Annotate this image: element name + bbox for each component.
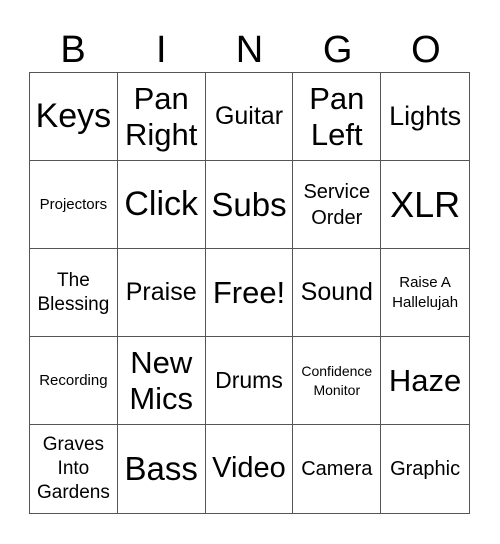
bingo-grid: Keys Pan Right Guitar Pan Left Lights Pr… — [29, 72, 470, 514]
bingo-cell[interactable]: The Blessing — [30, 249, 118, 337]
bingo-cell[interactable]: Camera — [293, 425, 382, 513]
bingo-header: B I N G O — [29, 28, 470, 72]
bingo-cell[interactable]: Pan Left — [293, 73, 382, 161]
header-letter-b: B — [60, 29, 86, 71]
bingo-cell[interactable]: Sound — [293, 249, 382, 337]
bingo-cell[interactable]: Guitar — [205, 73, 294, 161]
bingo-cell[interactable]: Video — [206, 425, 294, 513]
bingo-cell[interactable]: Keys — [30, 73, 118, 161]
bingo-cell[interactable]: Haze — [381, 337, 469, 425]
bingo-cell[interactable]: Subs — [205, 161, 294, 249]
bingo-cell[interactable]: Lights — [381, 73, 469, 161]
bingo-cell[interactable]: Free! — [205, 249, 294, 337]
bingo-cell[interactable]: Click — [117, 161, 206, 249]
bingo-cell[interactable]: Praise — [117, 249, 206, 337]
bingo-cell[interactable]: Recording — [30, 337, 118, 425]
bingo-cell[interactable]: Service Order — [293, 161, 382, 249]
bingo-cell[interactable]: Bass — [118, 425, 206, 513]
bingo-cell[interactable]: XLR — [381, 161, 469, 249]
bingo-cell[interactable]: Graves Into Gardens — [30, 425, 118, 513]
bingo-cell[interactable]: Confidence Monitor — [293, 337, 382, 425]
bingo-cell[interactable]: Graphic — [381, 425, 469, 513]
header-letter-g: G — [322, 29, 353, 71]
header-letter-o: O — [411, 29, 441, 71]
header-letter-i: I — [156, 29, 167, 71]
bingo-cell[interactable]: Projectors — [30, 161, 118, 249]
bingo-cell[interactable]: Drums — [205, 337, 294, 425]
bingo-cell[interactable]: New Mics — [117, 337, 206, 425]
bingo-cell[interactable]: Raise A Hallelujah — [381, 249, 469, 337]
bingo-cell[interactable]: Pan Right — [117, 73, 206, 161]
header-letter-n: N — [235, 29, 264, 71]
